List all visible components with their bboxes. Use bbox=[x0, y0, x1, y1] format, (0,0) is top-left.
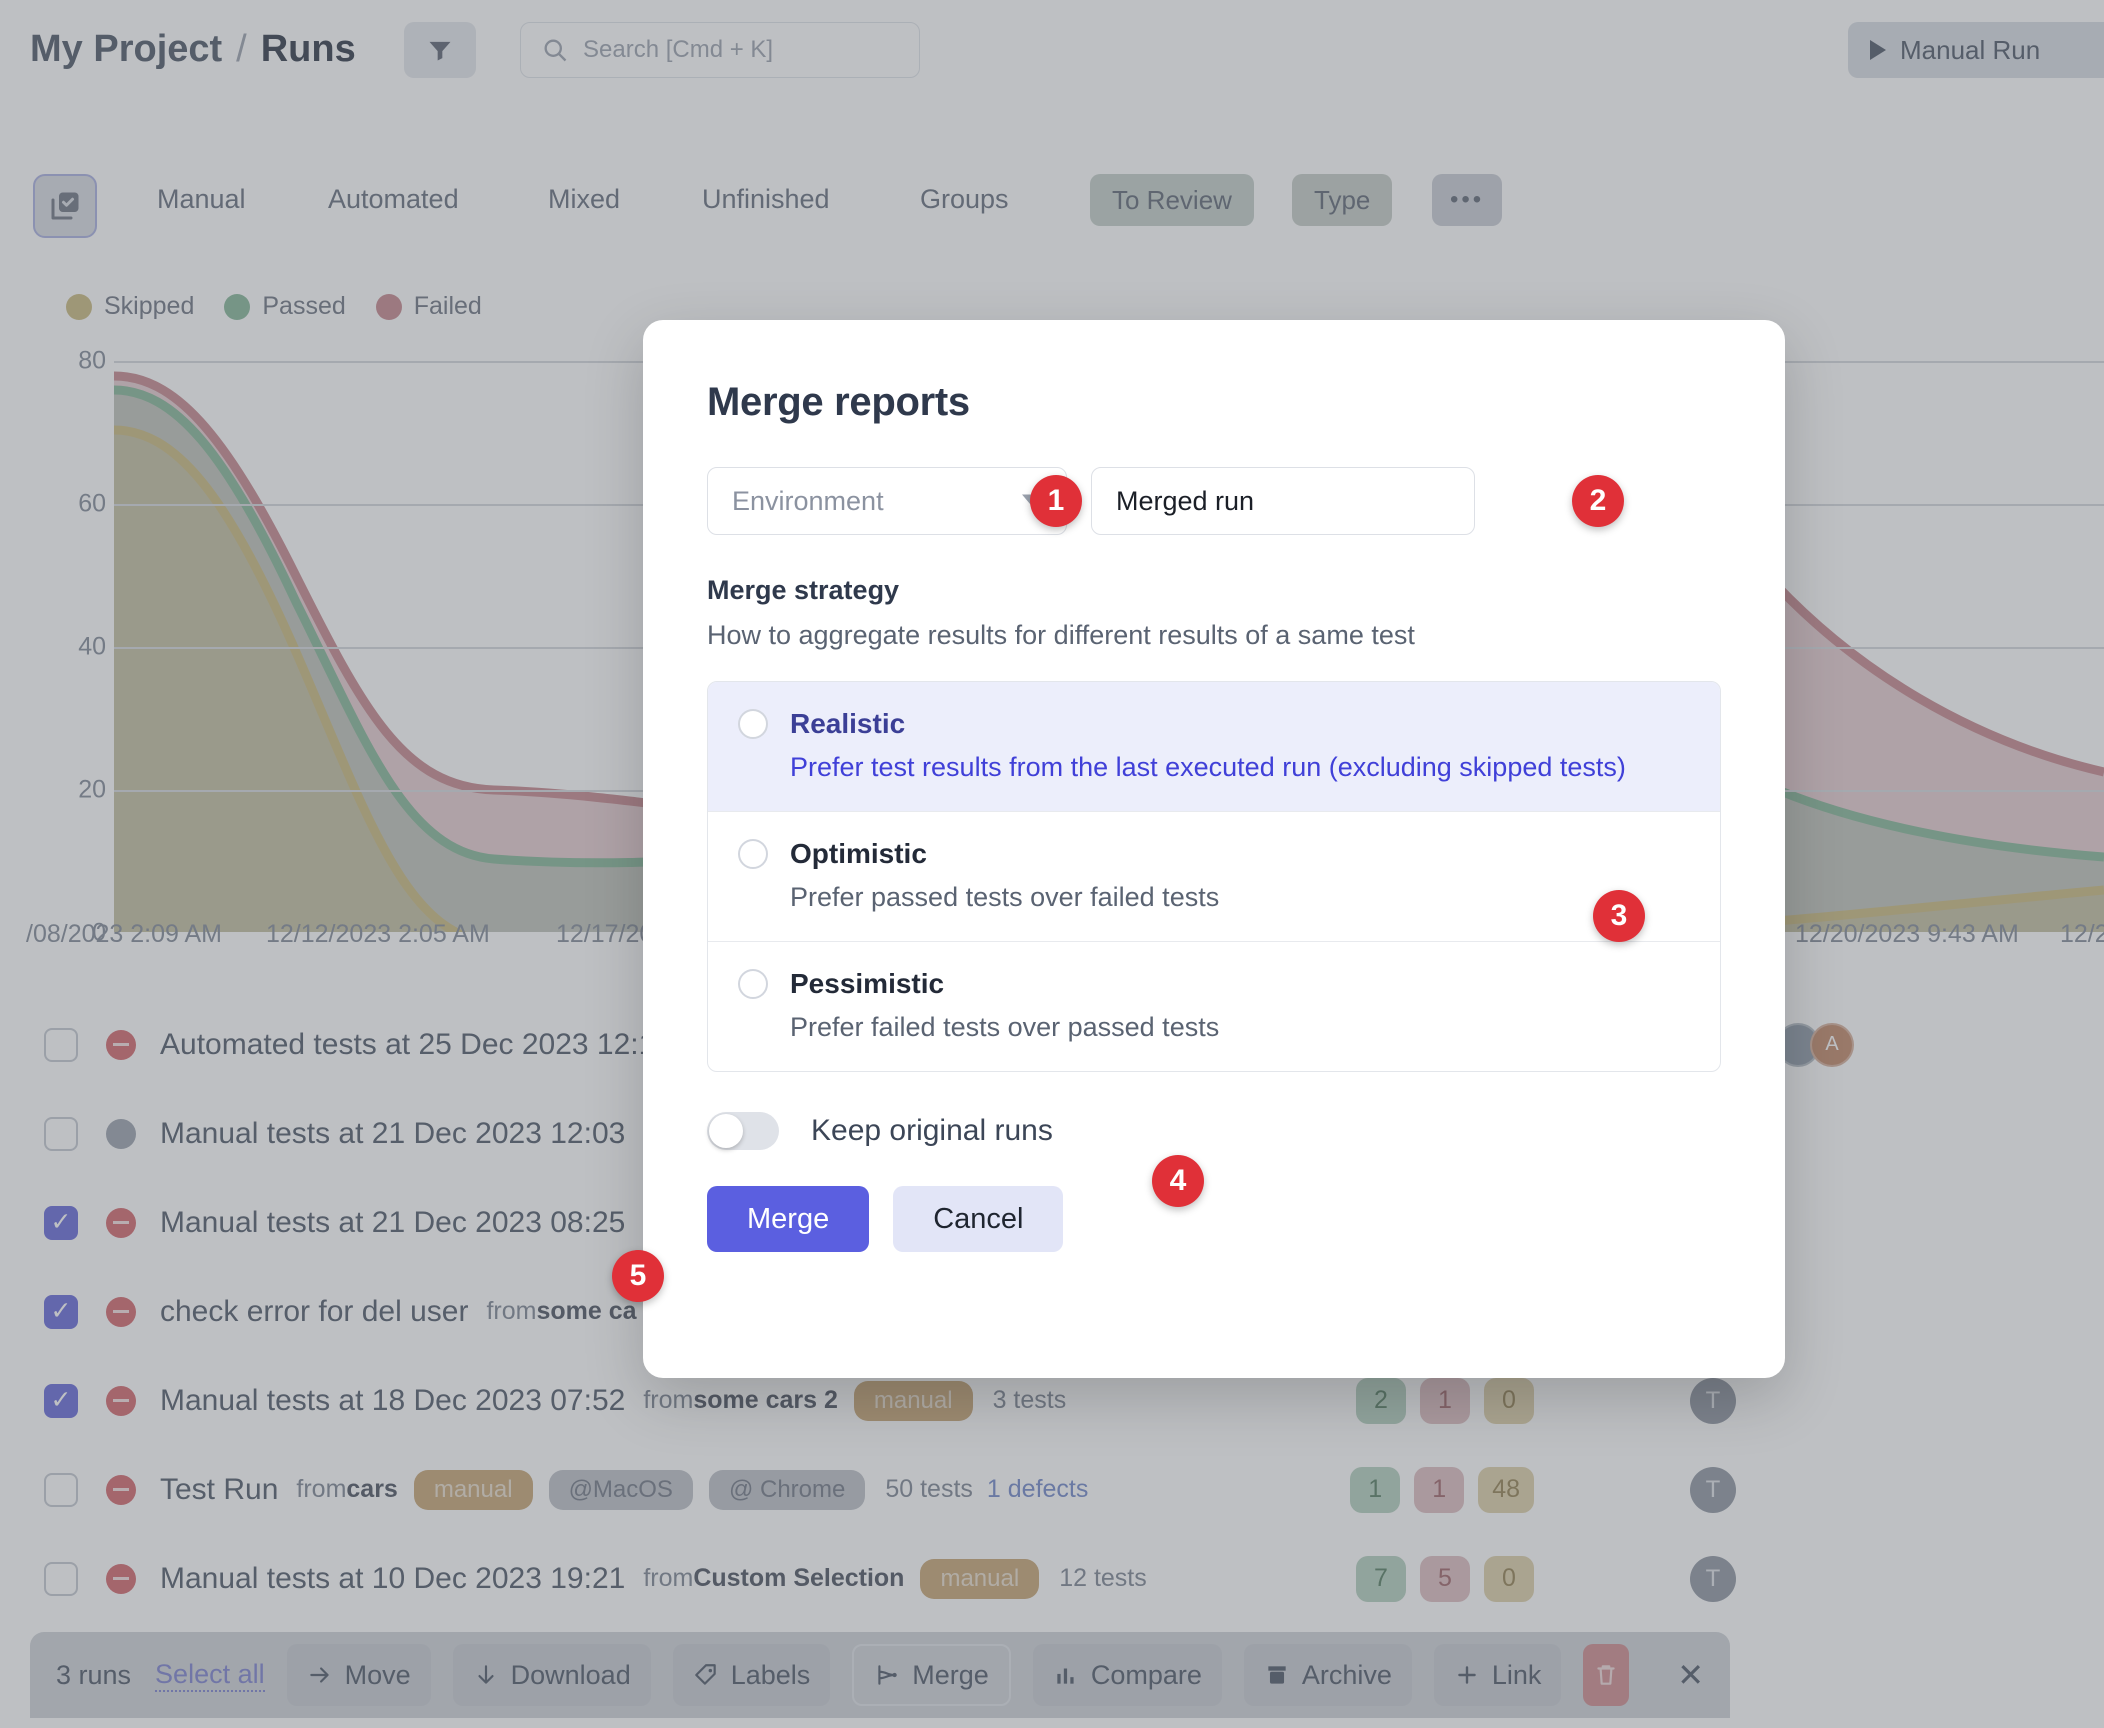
dialog-title: Merge reports bbox=[707, 380, 970, 424]
strategy-desc-realistic: Prefer test results from the last execut… bbox=[790, 752, 1626, 782]
keep-original-runs-row: Keep original runs bbox=[707, 1112, 1721, 1150]
merged-run-name-value: Merged run bbox=[1116, 485, 1255, 516]
app-root: My Project / Runs Search [Cmd + K] Manua… bbox=[0, 0, 2104, 1728]
strategy-option-header: Realistic bbox=[738, 708, 1690, 740]
radio-realistic[interactable] bbox=[738, 709, 768, 739]
annotation-badge-5: 5 bbox=[612, 1250, 664, 1302]
strategy-title-realistic: Realistic bbox=[790, 708, 906, 739]
cancel-button[interactable]: Cancel bbox=[893, 1186, 1064, 1252]
strategy-option-header: Pessimistic bbox=[738, 968, 1690, 1000]
dialog-fields-row: Environment Merged run bbox=[707, 467, 1721, 535]
keep-original-runs-label: Keep original runs bbox=[811, 1114, 1053, 1147]
radio-optimistic[interactable] bbox=[738, 839, 768, 869]
merge-confirm-button[interactable]: Merge bbox=[707, 1186, 870, 1252]
radio-pessimistic[interactable] bbox=[738, 969, 768, 999]
merge-reports-dialog: Merge reports Environment Merged run Mer… bbox=[643, 320, 1785, 1378]
merge-strategy-description: How to aggregate results for different r… bbox=[707, 620, 1415, 650]
annotation-badge-1: 1 bbox=[1030, 475, 1082, 527]
strategy-desc-optimistic: Prefer passed tests over failed tests bbox=[790, 882, 1220, 912]
merge-strategy-options: Realistic Prefer test results from the l… bbox=[707, 681, 1721, 1072]
strategy-option-optimistic[interactable]: Optimistic Prefer passed tests over fail… bbox=[708, 811, 1720, 941]
annotation-badge-2: 2 bbox=[1572, 475, 1624, 527]
annotation-badge-4: 4 bbox=[1152, 1155, 1204, 1207]
strategy-option-pessimistic[interactable]: Pessimistic Prefer failed tests over pas… bbox=[708, 941, 1720, 1071]
strategy-title-optimistic: Optimistic bbox=[790, 838, 927, 869]
annotation-badge-3: 3 bbox=[1593, 890, 1645, 942]
strategy-option-realistic[interactable]: Realistic Prefer test results from the l… bbox=[708, 682, 1720, 811]
keep-original-runs-toggle[interactable] bbox=[707, 1112, 779, 1150]
strategy-title-pessimistic: Pessimistic bbox=[790, 968, 945, 999]
merged-run-name-input[interactable]: Merged run bbox=[1091, 467, 1475, 535]
dialog-actions: Merge Cancel bbox=[707, 1186, 1721, 1252]
environment-select[interactable]: Environment bbox=[707, 467, 1067, 535]
environment-placeholder: Environment bbox=[732, 485, 884, 516]
strategy-option-header: Optimistic bbox=[738, 838, 1690, 870]
strategy-desc-pessimistic: Prefer failed tests over passed tests bbox=[790, 1012, 1220, 1042]
merge-strategy-label: Merge strategy bbox=[707, 575, 900, 605]
